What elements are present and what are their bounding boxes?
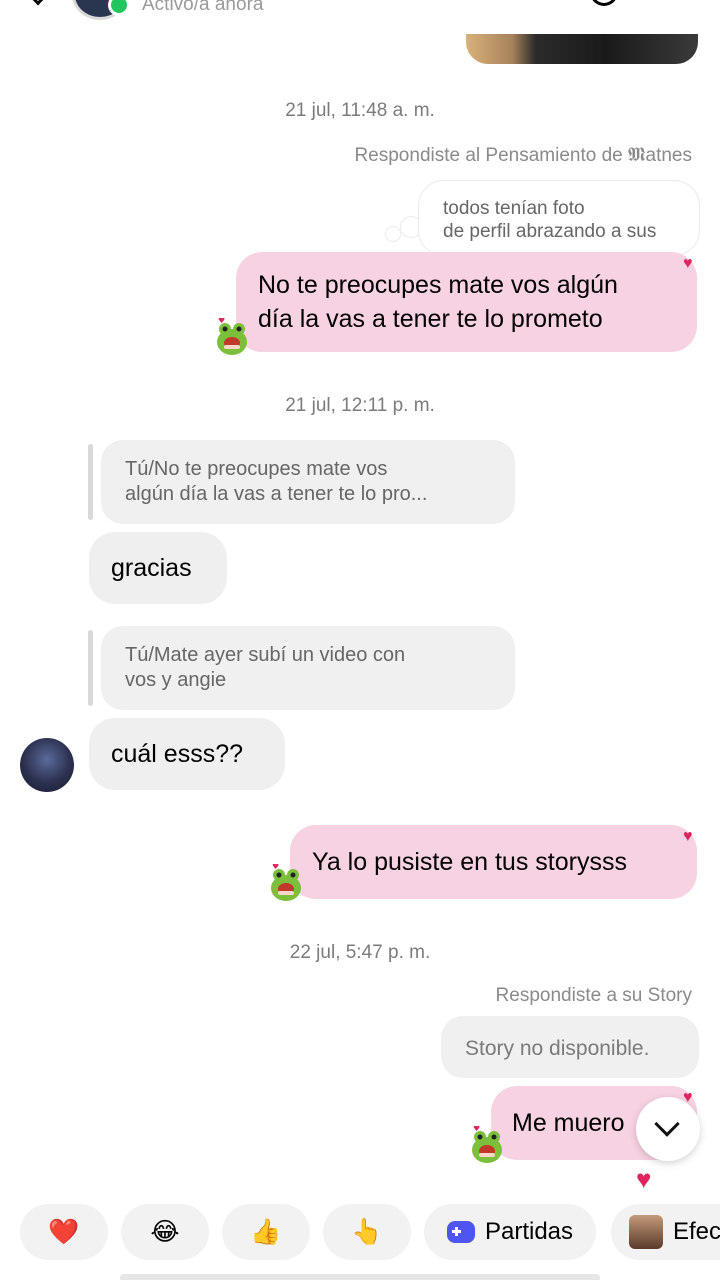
effects-button[interactable]: Efec [611, 1204, 720, 1260]
contact-status: Activo/a ahora [142, 0, 264, 15]
quick-reaction-heart[interactable]: ❤️ [20, 1204, 108, 1260]
incoming-message[interactable]: gracias [89, 532, 227, 604]
message-text: día la vas a tener te lo prometo [258, 305, 603, 333]
effects-label: Efec [673, 1218, 720, 1245]
heart-reaction-icon: ♥ [636, 1164, 652, 1194]
quoted-text: algún día la vas a tener te lo pro... [125, 483, 428, 505]
thought-dot [385, 226, 401, 242]
quoted-text: Tú/No te preocupes mate vos [125, 458, 388, 480]
outgoing-message[interactable]: Ya lo pusiste en tus storysss [290, 825, 697, 899]
sender-avatar[interactable] [20, 738, 74, 792]
gamepad-icon [446, 1221, 475, 1243]
frog-sticker-icon: ♥ [217, 318, 247, 355]
media-message-thumbnail[interactable] [466, 34, 698, 64]
svg-text:♥: ♥ [218, 318, 225, 325]
effect-thumbnail [629, 1215, 663, 1249]
message-text: No te preocupes mate vos algún [258, 271, 618, 299]
frog-sticker-icon: ♥ [472, 1126, 502, 1163]
heart-reaction-icon: ♥ [683, 828, 693, 845]
svg-text:♥: ♥ [272, 864, 279, 871]
message-text: cuál esss?? [111, 740, 244, 768]
frog-sticker-icon: ♥ [271, 864, 301, 901]
timestamp: 21 jul, 12:11 p. m. [285, 395, 435, 416]
quote-bar [88, 444, 93, 520]
composer-edge [120, 1274, 600, 1280]
timestamp: 21 jul, 11:48 a. m. [285, 100, 435, 121]
quoted-message[interactable]: Tú/Mate ayer subí un video con vos y ang… [101, 626, 515, 710]
reply-caption: Respondiste al Pensamiento de 𝕸atnes [354, 145, 692, 166]
thumbs-up-icon: 👍 [250, 1217, 282, 1246]
online-indicator-icon [108, 0, 130, 16]
quick-reaction-point[interactable]: 👆 [323, 1204, 411, 1260]
message-text: Ya lo pusiste en tus storysss [312, 848, 627, 876]
timestamp: 22 jul, 5:47 p. m. [289, 942, 431, 963]
incoming-message[interactable]: cuál esss?? [89, 718, 285, 790]
quick-reaction-thumbs-up[interactable]: 👍 [222, 1204, 310, 1260]
point-up-icon: 👆 [351, 1217, 383, 1246]
quick-reaction-laugh[interactable]: 😂 [121, 1204, 209, 1260]
outgoing-message[interactable]: No te preocupes mate vos algún día la va… [236, 252, 697, 352]
quoted-text: Tú/Mate ayer subí un video con [125, 644, 406, 666]
svg-text:♥: ♥ [473, 1126, 480, 1133]
games-button[interactable]: Partidas [424, 1204, 596, 1260]
message-text: gracias [111, 554, 192, 582]
scroll-down-button[interactable] [636, 1097, 700, 1161]
quote-bar [88, 630, 93, 706]
quoted-message[interactable]: Tú/No te preocupes mate vos algún día la… [101, 440, 515, 524]
thought-text: todos tenían foto [443, 198, 585, 219]
back-arrow-icon[interactable] [26, 0, 50, 6]
laugh-icon: 😂 [150, 1218, 180, 1246]
thought-bubble[interactable]: todos tenían foto de perfil abrazando a … [418, 180, 700, 256]
quoted-text: vos y angie [125, 669, 227, 691]
story-reply-caption: Respondiste a su Story [495, 985, 692, 1006]
call-icon[interactable] [590, 0, 618, 6]
story-unavailable: Story no disponible. [441, 1016, 699, 1078]
thought-text: de perfil abrazando a sus [443, 221, 657, 242]
heart-reaction-icon: ♥ [683, 255, 693, 272]
heart-icon: ❤️ [48, 1217, 80, 1246]
chevron-down-icon [654, 1111, 680, 1137]
games-label: Partidas [484, 1218, 574, 1245]
